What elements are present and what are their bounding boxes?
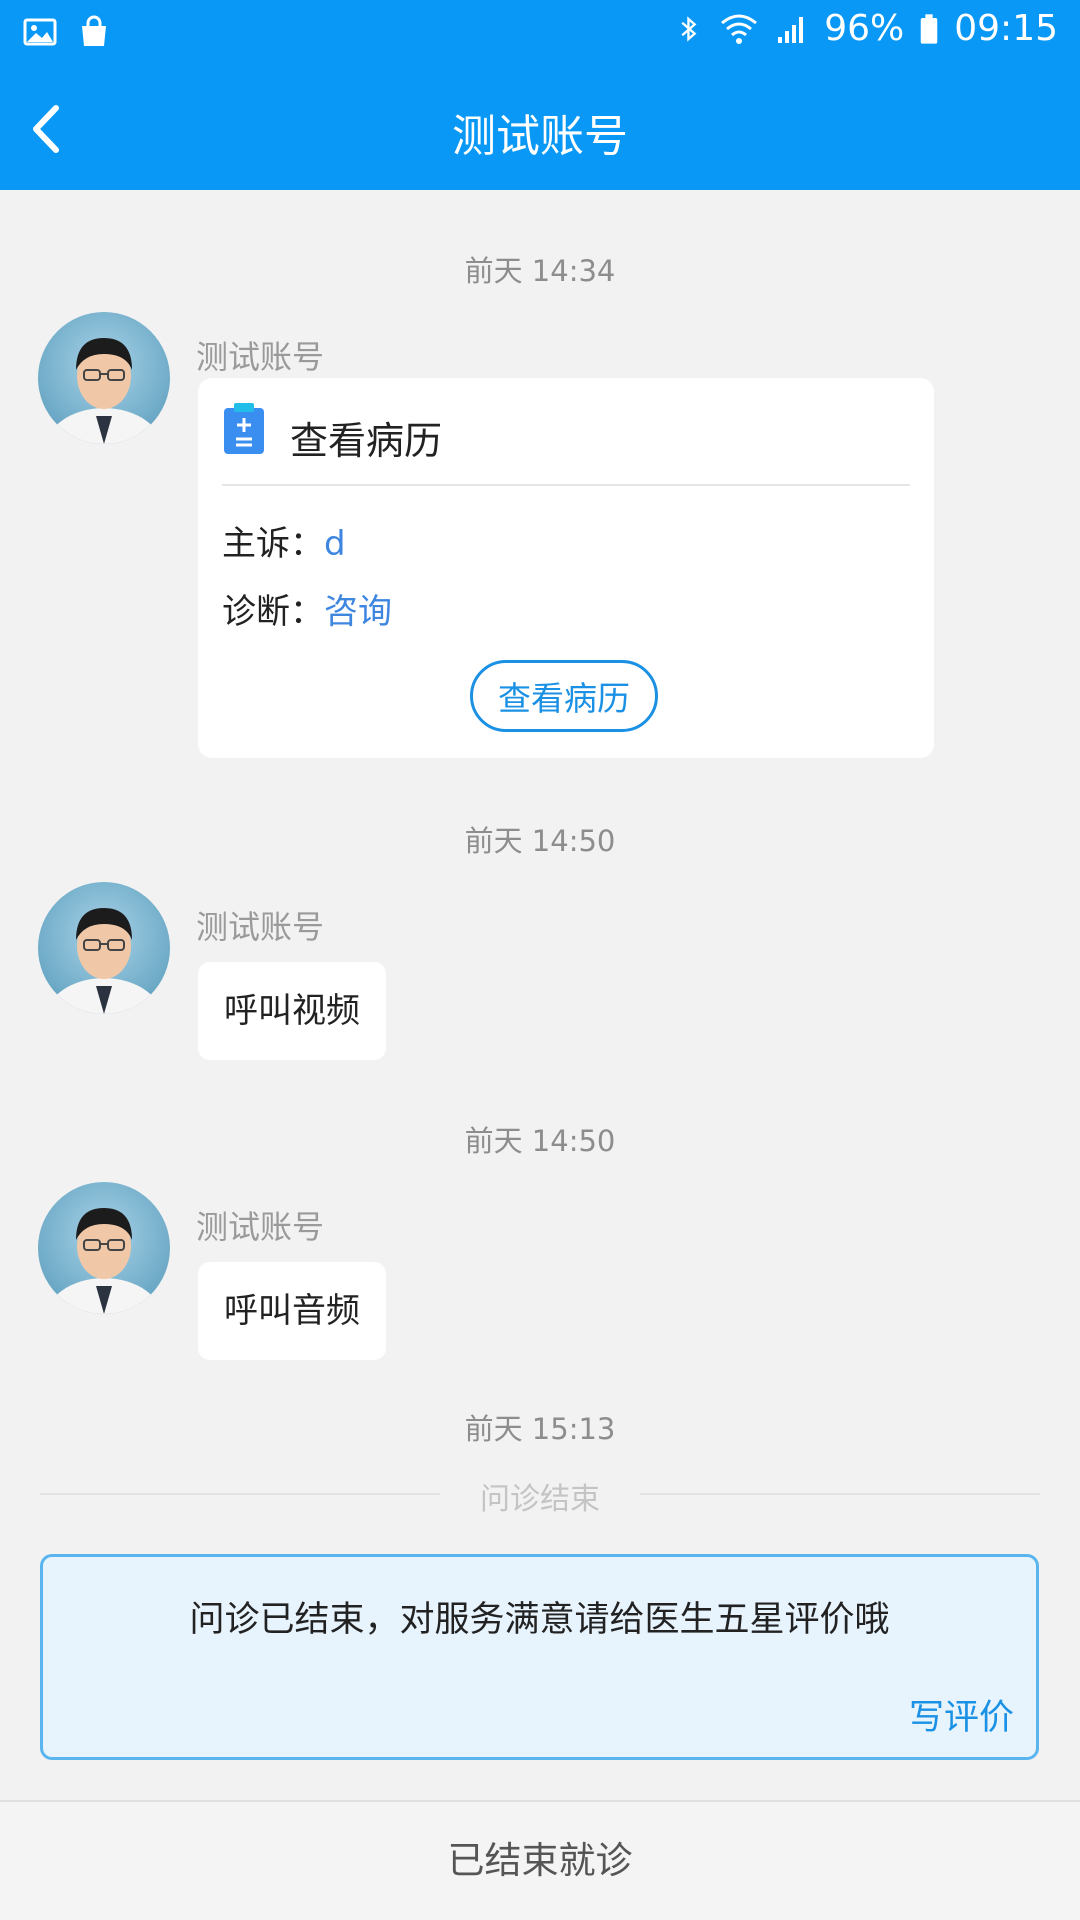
clipboard-icon [224,403,264,454]
card-title: 查看病历 [290,419,443,463]
clock: 09:15 [954,8,1058,49]
message-bubble[interactable]: 呼叫音频 [198,1262,386,1360]
review-prompt-box: 问诊已结束，对服务满意请给医生五星评价哦 写评价 [40,1554,1039,1760]
avatar[interactable] [38,882,170,1014]
complaint-value: d [324,524,346,564]
status-bar: 96% 09:15 [0,0,1080,64]
message-bubble[interactable]: 呼叫视频 [198,962,386,1060]
message-timestamp: 前天 14:34 [464,254,616,288]
consultation-ended-label: 问诊结束 [480,1482,600,1517]
battery-icon [921,13,938,44]
card-divider [222,484,910,486]
status-left-icons [22,14,112,50]
bluetooth-icon [681,15,697,42]
avatar[interactable] [38,312,170,444]
nav-bar: 测试账号 [0,64,1080,190]
wifi-icon [721,14,758,44]
diagnosis-value: 咨询 [324,592,392,632]
write-review-link[interactable]: 写评价 [909,1689,1014,1740]
status-right: 96% 09:15 [676,8,1058,49]
gallery-icon [23,18,57,46]
chat-screen: 96% 09:15 测试账号 前天 14:34 测试账号 查看病历 主诉：d 诊… [0,0,1080,1920]
sender-name: 测试账号 [196,1208,325,1246]
message-timestamp: 前天 14:50 [464,824,616,858]
end-timestamp: 前天 15:13 [464,1412,616,1446]
view-record-button[interactable]: 查看病历 [470,660,658,732]
avatar[interactable] [38,1182,170,1314]
shopping-bag-icon [82,15,106,46]
message-timestamp: 前天 14:50 [464,1124,616,1158]
signal-icon [778,16,804,43]
page-title: 测试账号 [452,111,628,162]
battery-percent: 96% [824,8,905,49]
diagnosis-row: 诊断：咨询 [222,584,392,633]
review-prompt-text: 问诊已结束，对服务满意请给医生五星评价哦 [189,1600,890,1640]
sender-name: 测试账号 [196,908,325,946]
sender-name: 测试账号 [196,338,325,376]
complaint-label: 主诉： [222,524,324,564]
consultation-ended-bar: 已结束就诊 [0,1800,1080,1920]
complaint-row: 主诉：d [222,516,346,565]
diagnosis-label: 诊断： [222,592,324,632]
medical-record-card[interactable]: 查看病历 主诉：d 诊断：咨询 查看病历 [198,378,934,758]
